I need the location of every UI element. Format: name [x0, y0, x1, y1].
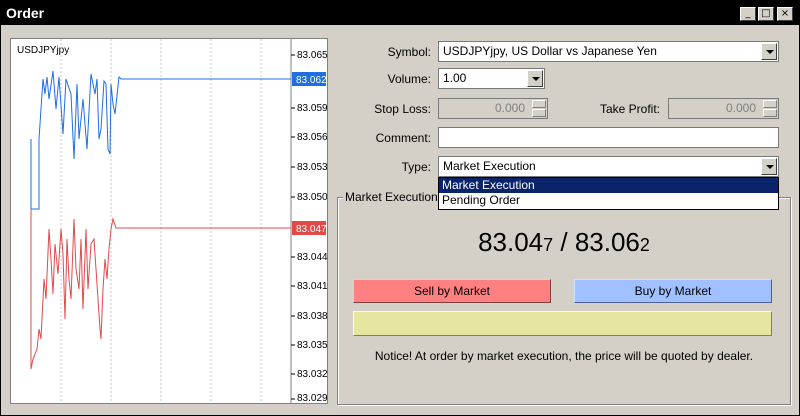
comment-label: Comment: [375, 131, 431, 145]
tick-label: 83.029 [297, 393, 327, 403]
maximize-button[interactable]: □ [758, 7, 774, 21]
execute-button[interactable] [353, 311, 772, 336]
price-display: 83.047 / 83.062 [337, 227, 791, 258]
tick-label: 83.038 [297, 311, 327, 322]
type-dropdown-list: Market Execution Pending Order [438, 177, 779, 210]
buy-by-market-button[interactable]: Buy by Market [574, 279, 772, 303]
type-value: Market Execution [443, 159, 536, 173]
tick-label: 83.056 [297, 132, 327, 143]
tick-label: 83.059 [297, 103, 327, 114]
comment-input[interactable] [438, 127, 779, 148]
ask-price-main: 83.06 [574, 227, 640, 257]
takeprofit-spinner[interactable] [763, 100, 777, 117]
option-market-execution[interactable]: Market Execution [439, 178, 778, 193]
volume-select[interactable]: 1.00 [438, 68, 545, 89]
minimize-button[interactable]: _ [740, 7, 756, 21]
bid-price-main: 83.04 [478, 227, 544, 257]
option-pending-order[interactable]: Pending Order [439, 193, 778, 208]
stoploss-spinner[interactable] [532, 100, 546, 117]
sell-by-market-button[interactable]: Sell by Market [353, 279, 551, 303]
tick-label: 83.065 [297, 50, 327, 61]
chevron-down-icon[interactable] [761, 43, 777, 60]
stoploss-value: 0.000 [494, 101, 525, 115]
window-title: Order [6, 5, 45, 21]
notice-text: Notice! At order by market execution, th… [374, 349, 754, 363]
volume-value: 1.00 [443, 71, 467, 85]
close-button[interactable]: × [777, 7, 793, 21]
tick-label: 83.050 [297, 192, 327, 203]
ask-price-last: 2 [639, 235, 650, 255]
tick-label: 83.041 [297, 281, 327, 292]
chevron-down-icon[interactable] [761, 158, 777, 175]
symbol-select[interactable]: USDJPYjpy, US Dollar vs Japanese Yen [438, 41, 779, 62]
symbol-label: Symbol: [387, 45, 431, 59]
bid-price-last: 7 [543, 235, 554, 255]
group-title: Market Execution [343, 190, 440, 204]
title-bar[interactable]: Order _ □ × [1, 1, 799, 25]
price-separator: / [553, 227, 575, 257]
tick-chart: USDJPYjpy 83.065 83.059 83.056 83.053 83… [10, 38, 328, 404]
volume-label: Volume: [387, 72, 431, 86]
type-select[interactable]: Market Execution [438, 156, 779, 177]
tick-label: 83.035 [297, 340, 327, 351]
tick-label: 83.032 [297, 369, 327, 380]
stoploss-field[interactable]: 0.000 [438, 98, 548, 119]
takeprofit-value: 0.000 [725, 101, 756, 115]
stoploss-label: Stop Loss: [374, 102, 431, 116]
chevron-down-icon[interactable] [527, 70, 543, 87]
order-window: Order _ □ × USDJPYjpy 83.065 83.059 83.0… [0, 0, 800, 416]
bid-price-label: 83.047 [296, 224, 327, 235]
takeprofit-label: Take Profit: [599, 102, 660, 116]
tick-label: 83.044 [297, 252, 327, 263]
type-label: Type: [401, 160, 431, 174]
takeprofit-field[interactable]: 0.000 [668, 98, 779, 119]
chart-canvas: 83.065 83.059 83.056 83.053 83.050 83.04… [30, 39, 327, 403]
ask-price-label: 83.062 [296, 75, 327, 86]
symbol-value: USDJPYjpy, US Dollar vs Japanese Yen [443, 44, 657, 58]
tick-label: 83.053 [297, 162, 327, 173]
